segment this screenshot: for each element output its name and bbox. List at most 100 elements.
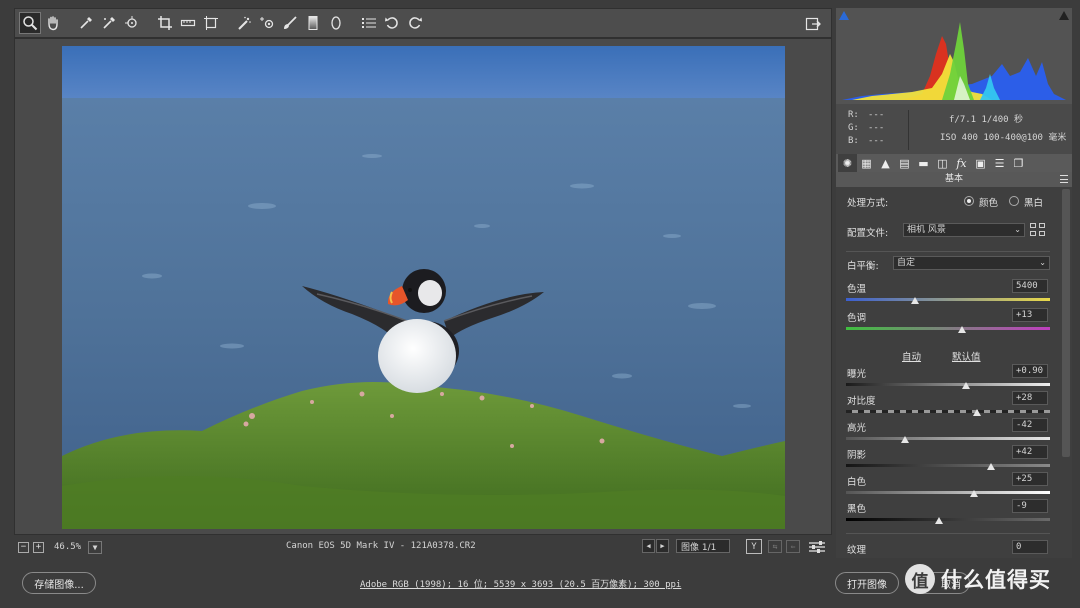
highlights-slider-track[interactable] xyxy=(846,437,1050,440)
contrast-value[interactable]: +28 xyxy=(1012,391,1048,405)
image-counter: 图像 1/1 xyxy=(676,539,730,553)
whites-slider-thumb[interactable] xyxy=(969,490,978,497)
zoom-out-button[interactable]: − xyxy=(18,541,29,553)
watermark: 值 什么值得买 xyxy=(905,564,1051,594)
adjustment-brush-icon[interactable] xyxy=(279,12,301,34)
zoom-dropdown[interactable]: ▼ xyxy=(88,540,102,554)
rotate-ccw-icon[interactable] xyxy=(381,12,403,34)
red-eye-tool-icon[interactable] xyxy=(256,12,278,34)
graduated-filter-icon[interactable] xyxy=(302,12,324,34)
targeted-adjustment-tool-icon[interactable] xyxy=(121,12,143,34)
spot-removal-tool-icon[interactable] xyxy=(233,12,255,34)
save-image-button[interactable]: 存储图像... xyxy=(22,572,96,594)
detail-icon[interactable]: ▲ xyxy=(876,154,895,172)
snapshots-icon[interactable]: ❐ xyxy=(1009,154,1028,172)
exposure-label: 曝光 xyxy=(847,369,867,380)
panel-scrollbar[interactable] xyxy=(1062,189,1070,457)
color-sampler-tool-icon[interactable] xyxy=(98,12,120,34)
swap-before-after-icon[interactable]: ⇆ xyxy=(768,540,782,553)
blacks-value[interactable]: -9 xyxy=(1012,499,1048,513)
rgb-readout: R: --- G: --- B: --- f/7.1 1/400 秒 ISO 400 … xyxy=(836,104,1072,158)
profile-select[interactable]: 相机 风景 ⌄ xyxy=(903,223,1025,237)
zoom-tool-icon[interactable] xyxy=(19,12,41,34)
temp-slider-track[interactable] xyxy=(846,298,1050,301)
highlights-slider-thumb[interactable] xyxy=(901,436,910,443)
exposure-value[interactable]: +0.90 xyxy=(1012,364,1048,378)
camera-calibration-icon[interactable]: ▣ xyxy=(971,154,990,172)
transform-tool-icon[interactable] xyxy=(200,12,222,34)
split-toning-icon[interactable]: ▬ xyxy=(914,154,933,172)
panel-menu-icon[interactable] xyxy=(1060,175,1068,183)
wb-select[interactable]: 自定 ⌄ xyxy=(893,256,1050,270)
radial-filter-icon[interactable] xyxy=(325,12,347,34)
toolbar xyxy=(14,8,832,38)
profile-browser-icon[interactable] xyxy=(1030,223,1046,237)
default-link[interactable]: 默认值 xyxy=(952,349,981,363)
preview-status-bar: − + 46.5% ▼ Canon EOS 5D Mark IV - 121A0… xyxy=(14,537,832,557)
adjustments-panel: R: --- G: --- B: --- f/7.1 1/400 秒 ISO 400 … xyxy=(836,8,1072,558)
before-after-toggle-button[interactable]: Y xyxy=(746,539,762,554)
rotate-cw-icon[interactable] xyxy=(404,12,426,34)
shadows-slider-thumb[interactable] xyxy=(986,463,995,470)
highlights-label: 高光 xyxy=(847,423,867,434)
b-label: B: xyxy=(848,136,859,146)
texture-value[interactable]: 0 xyxy=(1012,540,1048,554)
auto-link[interactable]: 自动 xyxy=(902,349,921,363)
zoom-in-button[interactable]: + xyxy=(33,541,44,553)
white-balance-tool-icon[interactable] xyxy=(75,12,97,34)
blacks-slider-track[interactable] xyxy=(846,518,1050,521)
straighten-tool-icon[interactable] xyxy=(177,12,199,34)
highlights-value[interactable]: -42 xyxy=(1012,418,1048,432)
section-title: 基本 xyxy=(836,172,1072,187)
wb-label: 白平衡: xyxy=(847,261,879,272)
contrast-slider-thumb[interactable] xyxy=(972,409,981,416)
shadows-slider-track[interactable] xyxy=(846,464,1050,467)
histogram xyxy=(836,8,1072,104)
image-preview-area[interactable] xyxy=(14,38,832,535)
temp-value[interactable]: 5400 xyxy=(1012,279,1048,293)
tint-slider-thumb[interactable] xyxy=(958,326,967,333)
b-value: --- xyxy=(868,136,885,146)
toggle-fullscreen-icon[interactable] xyxy=(802,13,824,35)
temp-slider-thumb[interactable] xyxy=(911,297,920,304)
presets-icon[interactable]: ☰ xyxy=(990,154,1009,172)
hand-tool-icon[interactable] xyxy=(42,12,64,34)
exposure-slider-track[interactable] xyxy=(846,383,1050,386)
image-navigation: ◀ ▶ 图像 1/1 xyxy=(642,539,730,553)
basic-icon[interactable]: ✺ xyxy=(838,154,857,172)
contrast-slider-track[interactable] xyxy=(846,410,1050,413)
chevron-down-icon: ▼ xyxy=(92,542,98,552)
color-radio[interactable] xyxy=(964,196,974,206)
preview-preferences-icon[interactable] xyxy=(808,540,826,554)
section-title-label: 基本 xyxy=(944,174,963,184)
wb-value: 自定 xyxy=(897,258,916,268)
g-value: --- xyxy=(868,123,885,133)
crop-tool-icon[interactable] xyxy=(154,12,176,34)
panel-tabs: ✺ ▦ ▲ ▤ ▬ ◫ fx ▣ ☰ ❐ xyxy=(836,154,1072,172)
shadows-value[interactable]: +42 xyxy=(1012,445,1048,459)
contrast-label: 对比度 xyxy=(847,396,876,407)
color-option-label: 颜色 xyxy=(979,198,999,209)
blacks-slider-thumb[interactable] xyxy=(934,517,943,524)
treatment-label: 处理方式: xyxy=(847,198,889,209)
next-image-button[interactable]: ▶ xyxy=(656,539,669,553)
tone-curve-icon[interactable]: ▦ xyxy=(857,154,876,172)
whites-slider-track[interactable] xyxy=(846,491,1050,494)
previous-image-button[interactable]: ◀ xyxy=(642,539,655,553)
bw-radio[interactable] xyxy=(1009,196,1019,206)
tint-slider-track[interactable] xyxy=(846,327,1050,330)
exposure-slider-thumb[interactable] xyxy=(962,382,971,389)
lens-corrections-icon[interactable]: ◫ xyxy=(933,154,952,172)
tint-value[interactable]: +13 xyxy=(1012,308,1048,322)
workflow-options-link[interactable]: Adobe RGB (1998); 16 位; 5539 x 3693 (20.… xyxy=(360,577,681,590)
hsl-icon[interactable]: ▤ xyxy=(895,154,914,172)
texture-label: 纹理 xyxy=(847,545,867,556)
open-image-button[interactable]: 打开图像 xyxy=(835,572,899,594)
effects-icon[interactable]: fx xyxy=(952,154,971,172)
g-label: G: xyxy=(848,123,859,133)
temp-label: 色温 xyxy=(847,284,867,295)
whites-label: 白色 xyxy=(847,477,867,488)
presets-list-icon[interactable] xyxy=(358,12,380,34)
whites-value[interactable]: +25 xyxy=(1012,472,1048,486)
copy-settings-icon[interactable]: ⇐ xyxy=(786,540,800,553)
